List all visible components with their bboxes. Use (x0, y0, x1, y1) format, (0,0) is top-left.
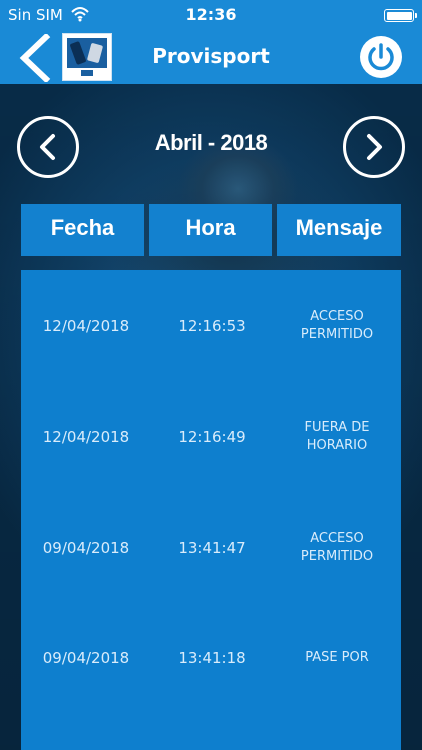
nav-bar: Provisport (0, 32, 422, 84)
time-cell: 12:16:53 (178, 317, 246, 335)
battery-icon (384, 9, 417, 22)
date-cell: 12/04/2018 (42, 317, 130, 335)
date-cell: 12/04/2018 (42, 428, 130, 446)
table-row[interactable]: 09/04/2018 13:41:18 PASE POR (21, 608, 401, 708)
clock: 12:36 (185, 5, 237, 24)
message-cell: ACCESO PERMITIDO (300, 309, 374, 342)
time-cell: 13:41:18 (178, 649, 246, 667)
page-title: Provisport (152, 44, 270, 68)
access-log-table: 12/04/2018 12:16:53 ACCESO PERMITIDO 12/… (21, 270, 401, 750)
time-cell: 13:41:47 (178, 539, 246, 557)
table-row[interactable]: 12/04/2018 12:16:53 ACCESO PERMITIDO (21, 276, 401, 376)
message-cell: ACCESO PERMITIDO (300, 531, 374, 564)
status-bar: Sin SIM 12:36 (0, 0, 422, 32)
column-header-fecha[interactable]: Fecha (21, 204, 144, 256)
next-month-button[interactable] (343, 116, 405, 178)
power-button[interactable] (360, 36, 402, 78)
table-row[interactable]: 12/04/2018 12:16:49 FUERA DE HORARIO (21, 387, 401, 487)
date-cell: 09/04/2018 (42, 649, 130, 667)
chevron-right-icon (367, 134, 382, 160)
column-header-mensaje[interactable]: Mensaje (277, 204, 401, 256)
time-cell: 12:16:49 (178, 428, 246, 446)
date-cell: 09/04/2018 (42, 539, 130, 557)
table-row[interactable]: 09/04/2018 13:41:47 ACCESO PERMITIDO (21, 498, 401, 598)
message-cell: FUERA DE HORARIO (304, 420, 370, 453)
power-icon (368, 43, 394, 71)
column-header-hora[interactable]: Hora (149, 204, 272, 256)
message-cell: PASE POR (305, 650, 369, 665)
month-selector: Abril - 2018 (0, 116, 422, 186)
